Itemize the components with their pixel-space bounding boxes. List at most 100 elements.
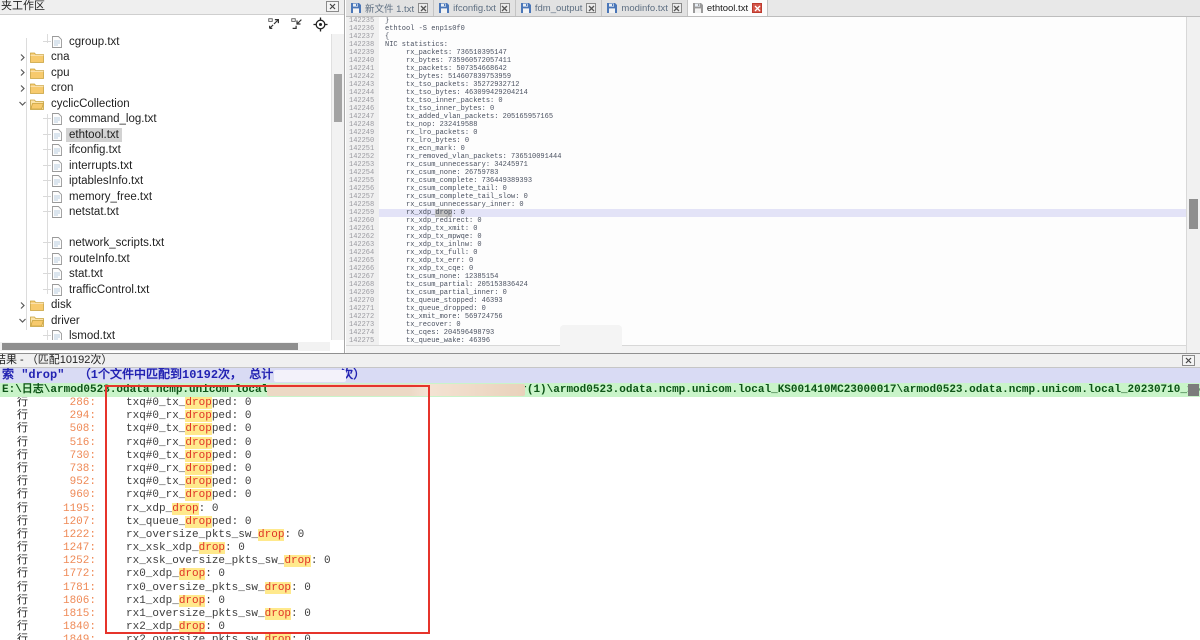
editor-line[interactable]: 142260 rx_xdp_redirect: 0 <box>346 217 1186 225</box>
editor-line[interactable]: 142250 rx_lro_bytes: 0 <box>346 137 1186 145</box>
editor-line[interactable]: 142242 tx_bytes: 514607839753959 <box>346 73 1186 81</box>
editor-line[interactable]: 142252 rx_removed_vlan_packets: 73651009… <box>346 153 1186 161</box>
editor-line[interactable]: 142245 tx_tso_inner_packets: 0 <box>346 97 1186 105</box>
tab-ethtool-txt[interactable]: ethtool.txt <box>688 0 768 16</box>
result-row[interactable]: 行952:txq#0_tx_dropped: 0 <box>0 476 1200 489</box>
result-row[interactable]: 行730:txq#0_tx_dropped: 0 <box>0 450 1200 463</box>
tree-item-cycliccollection[interactable]: cyclicCollection <box>0 96 331 112</box>
tab-close-icon[interactable] <box>752 3 762 13</box>
result-row[interactable]: 行1247:rx_xsk_xdp_drop: 0 <box>0 542 1200 555</box>
result-row[interactable]: 行1781:rx0_oversize_pkts_sw_drop: 0 <box>0 582 1200 595</box>
editor-line[interactable]: 142244 tx_tso_bytes: 463099429204214 <box>346 89 1186 97</box>
result-row[interactable]: 行1207:tx_queue_dropped: 0 <box>0 516 1200 529</box>
editor-line[interactable]: 142251 rx_ecn_mark: 0 <box>346 145 1186 153</box>
chevron-right-icon[interactable] <box>18 53 27 62</box>
result-row[interactable]: 行1815:rx1_oversize_pkts_sw_drop: 0 <box>0 608 1200 621</box>
editor-line[interactable]: 142254 rx_csum_none: 26759783 <box>346 169 1186 177</box>
chevron-down-icon[interactable] <box>18 316 27 325</box>
editor-line[interactable]: 142235} <box>346 17 1186 25</box>
editor-line[interactable]: 142247 tx_added_vlan_packets: 2051659571… <box>346 113 1186 121</box>
editor-line[interactable]: 142255 rx_csum_complete: 736449389393 <box>346 177 1186 185</box>
tree-item-cpu[interactable]: cpu <box>0 65 331 81</box>
tree-vertical-scrollbar-thumb[interactable] <box>334 74 342 122</box>
result-row[interactable]: 行508:txq#0_tx_dropped: 0 <box>0 423 1200 436</box>
tree-item-network-scripts-txt[interactable]: network_scripts.txt <box>0 236 331 252</box>
editor-line[interactable]: 142243 tx_tso_packets: 35272932712 <box>346 81 1186 89</box>
result-row[interactable]: 行1840:rx2_xdp_drop: 0 <box>0 621 1200 634</box>
editor-line[interactable]: 142258 rx_csum_unnecessary_inner: 0 <box>346 201 1186 209</box>
tree-item-ethtool-txt[interactable]: ethtool.txt <box>0 127 331 143</box>
editor-line[interactable]: 142266 rx_xdp_tx_cqe: 0 <box>346 265 1186 273</box>
tree-item-cna[interactable]: cna <box>0 50 331 66</box>
expand-all-icon[interactable] <box>266 16 282 32</box>
editor-line[interactable]: 142263 rx_xdp_tx_inlnw: 0 <box>346 241 1186 249</box>
editor-line[interactable]: 142238NIC statistics: <box>346 41 1186 49</box>
result-row[interactable]: 行516:rxq#0_rx_dropped: 0 <box>0 437 1200 450</box>
result-row[interactable]: 行1806:rx1_xdp_drop: 0 <box>0 595 1200 608</box>
locate-file-icon[interactable] <box>312 16 328 32</box>
chevron-right-icon[interactable] <box>18 68 27 77</box>
tab-modinfo-txt[interactable]: modinfo.txt <box>602 0 687 16</box>
tab--1-txt[interactable]: 新文件 1.txt <box>346 0 434 16</box>
tree-horizontal-scrollbar-thumb[interactable] <box>2 343 298 350</box>
editor-line[interactable]: 142246 tx_tso_inner_bytes: 0 <box>346 105 1186 113</box>
tab-close-icon[interactable] <box>418 3 428 13</box>
result-row[interactable]: 行738:rxq#0_rx_dropped: 0 <box>0 463 1200 476</box>
editor-line[interactable]: 142261 rx_xdp_tx_xmit: 0 <box>346 225 1186 233</box>
result-row[interactable]: 行1195:rx_xdp_drop: 0 <box>0 503 1200 516</box>
chevron-right-icon[interactable] <box>18 301 27 310</box>
collapse-all-icon[interactable] <box>289 16 305 32</box>
editor-line[interactable]: 142269 tx_csum_partial_inner: 0 <box>346 289 1186 297</box>
tree-item-iptablesinfo-txt[interactable]: iptablesInfo.txt <box>0 174 331 190</box>
editor-line[interactable]: 142264 rx_xdp_tx_full: 0 <box>346 249 1186 257</box>
search-summary-line[interactable]: 索 "drop" （1个文件中匹配到10192次， 总计次） <box>0 368 1200 383</box>
tree-item-trafficcontrol-txt[interactable]: trafficControl.txt <box>0 282 331 298</box>
tab-fdm-output[interactable]: fdm_output <box>516 0 603 16</box>
tree-item-command-log-txt[interactable]: command_log.txt <box>0 112 331 128</box>
tree-item-interrupts-txt[interactable]: interrupts.txt <box>0 158 331 174</box>
editor-line[interactable]: 142248 tx_nop: 232419588 <box>346 121 1186 129</box>
editor-text-area[interactable]: 142235}142236ethtool -S enp1s0f0142237{1… <box>346 17 1186 345</box>
results-scrollbar-thumb[interactable] <box>1188 384 1199 396</box>
tab-ifconfig-txt[interactable]: ifconfig.txt <box>434 0 516 16</box>
editor-line[interactable]: 142240 rx_bytes: 735960572057411 <box>346 57 1186 65</box>
tree-item-stat-txt[interactable]: stat.txt <box>0 267 331 283</box>
chevron-down-icon[interactable] <box>18 99 27 108</box>
editor-vertical-scrollbar-thumb[interactable] <box>1189 199 1198 229</box>
editor-line[interactable]: 142274 tx_cqes: 204596498793 <box>346 329 1186 337</box>
result-row[interactable]: 行294:rxq#0_rx_dropped: 0 <box>0 410 1200 423</box>
editor-line[interactable]: 142237{ <box>346 33 1186 41</box>
editor-line[interactable]: 142267 tx_csum_none: 12385154 <box>346 273 1186 281</box>
editor-line[interactable]: 142270 tx_queue_stopped: 46393 <box>346 297 1186 305</box>
editor-line[interactable]: 142249 rx_lro_packets: 0 <box>346 129 1186 137</box>
editor-horizontal-scrollbar[interactable] <box>346 345 1186 353</box>
editor-line[interactable]: 142253 rx_csum_unnecessary: 34245971 <box>346 161 1186 169</box>
result-row[interactable]: 行1772:rx0_xdp_drop: 0 <box>0 568 1200 581</box>
tree-item-disk[interactable]: disk <box>0 298 331 314</box>
tab-close-icon[interactable] <box>500 3 510 13</box>
tree-item-cron[interactable]: cron <box>0 81 331 97</box>
result-row[interactable]: 行1222:rx_oversize_pkts_sw_drop: 0 <box>0 529 1200 542</box>
editor-line[interactable]: 142259 rx_xdp_drop: 0 <box>346 209 1186 217</box>
editor-line[interactable]: 142236ethtool -S enp1s0f0 <box>346 25 1186 33</box>
result-file-path-line[interactable]: E:\日志\armod0523.odata.ncmp.unicom.localr… <box>0 383 1200 397</box>
tab-close-icon[interactable] <box>586 3 596 13</box>
results-close-icon[interactable] <box>1182 355 1195 366</box>
chevron-right-icon[interactable] <box>18 84 27 93</box>
editor-line[interactable]: 142239 rx_packets: 736510395147 <box>346 49 1186 57</box>
tree-item-ifconfig-txt[interactable]: ifconfig.txt <box>0 143 331 159</box>
result-row[interactable]: 行960:rxq#0_rx_dropped: 0 <box>0 489 1200 502</box>
tree-item-driver[interactable]: driver <box>0 313 331 329</box>
tree-item-routeinfo-txt[interactable]: routeInfo.txt <box>0 251 331 267</box>
editor-line[interactable]: 142273 tx_recover: 0 <box>346 321 1186 329</box>
tree-item-cgroup-txt[interactable]: cgroup.txt <box>0 34 331 50</box>
result-row[interactable]: 行286:txq#0_tx_dropped: 0 <box>0 397 1200 410</box>
editor-line[interactable]: 142272 tx_xmit_more: 569724756 <box>346 313 1186 321</box>
editor-line[interactable]: 142241 tx_packets: 507354668642 <box>346 65 1186 73</box>
tree-item-netstat-txt[interactable]: netstat.txt <box>0 205 331 221</box>
editor-line[interactable]: 142262 rx_xdp_tx_mpwqe: 0 <box>346 233 1186 241</box>
editor-line[interactable]: 142275 tx_queue_wake: 46396 <box>346 337 1186 345</box>
result-row[interactable]: 行1252:rx_xsk_oversize_pkts_sw_drop: 0 <box>0 555 1200 568</box>
editor-line[interactable]: 142257 rx_csum_complete_tail_slow: 0 <box>346 193 1186 201</box>
tab-close-icon[interactable] <box>672 3 682 13</box>
